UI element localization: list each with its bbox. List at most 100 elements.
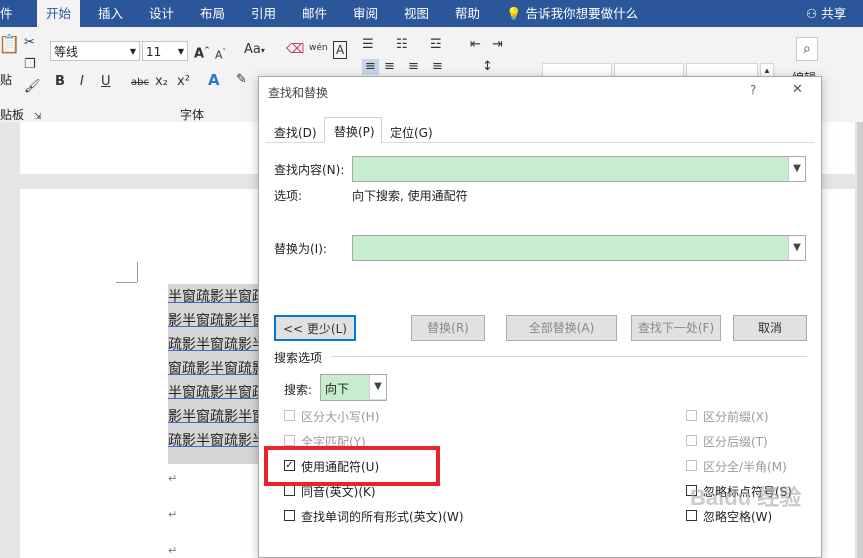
- find-next-button[interactable]: 查找下一处(F): [631, 315, 721, 341]
- tab-goto[interactable]: 定位(G): [390, 124, 433, 141]
- bold-button[interactable]: B: [55, 74, 65, 90]
- sounds-like-checkbox[interactable]: [284, 485, 295, 496]
- tab-replace[interactable]: 替换(P): [324, 117, 382, 143]
- subscript-button[interactable]: x₂: [155, 74, 168, 90]
- grow-font-icon[interactable]: A^: [194, 42, 210, 62]
- tab-file[interactable]: 件: [0, 0, 13, 27]
- superscript-button[interactable]: x²: [177, 74, 190, 90]
- help-button[interactable]: ?: [750, 83, 756, 97]
- copy-icon[interactable]: ❐: [24, 57, 36, 73]
- paste-icon[interactable]: 📋: [0, 36, 20, 54]
- width-sensitive-checkbox[interactable]: [686, 460, 697, 471]
- highlight-icon[interactable]: ✎: [236, 72, 247, 88]
- divider: [331, 356, 807, 357]
- match-suffix-checkbox[interactable]: [686, 435, 697, 446]
- search-direction-label: 搜索:: [284, 383, 313, 397]
- char-border-icon[interactable]: A: [333, 41, 348, 59]
- document-line[interactable]: 疏影半窗疏影半: [168, 334, 266, 356]
- replace-button[interactable]: 替换(R): [411, 315, 485, 341]
- strikethrough-button[interactable]: abc: [131, 75, 149, 91]
- tab-view[interactable]: 视图: [404, 0, 429, 27]
- find-input[interactable]: ▼: [352, 156, 806, 182]
- text-effects-icon[interactable]: A: [208, 72, 220, 88]
- document-line[interactable]: 半窗疏影半窗疏: [168, 286, 266, 308]
- highlight-callout: [264, 446, 440, 486]
- font-group-label: 字体: [180, 108, 205, 122]
- margin-corner-mark: [137, 262, 138, 282]
- change-case-icon[interactable]: Aa▾: [244, 42, 265, 59]
- paragraph-mark: ↵: [168, 508, 178, 521]
- replace-all-button[interactable]: 全部替换(A): [506, 315, 617, 341]
- width-sensitive-label: 区分全/半角(M): [703, 460, 787, 474]
- chevron-down-icon: ▼: [177, 47, 184, 56]
- watermark-logo: Baidu 经验: [690, 485, 802, 510]
- match-prefix-checkbox[interactable]: [686, 410, 697, 421]
- dialog-title: 查找和替换: [268, 86, 329, 100]
- align-left-icon[interactable]: ≡: [362, 59, 379, 75]
- document-line[interactable]: 疏影半窗疏影半: [168, 430, 266, 452]
- document-page-previous-right: [822, 122, 855, 174]
- options-value: 向下搜索, 使用通配符: [352, 189, 468, 203]
- tab-find[interactable]: 查找(D): [274, 124, 317, 141]
- font-name-select[interactable]: 等线 ▼: [50, 41, 140, 61]
- tab-insert[interactable]: 插入: [98, 0, 123, 27]
- phonetic-guide-icon[interactable]: wén: [309, 40, 328, 56]
- paragraph-mark: ↵: [168, 544, 178, 557]
- numbering-icon[interactable]: ☷: [396, 37, 408, 53]
- match-case-label: 区分大小写(H): [301, 410, 380, 424]
- document-page-right: [822, 189, 855, 558]
- share-button[interactable]: ⚇ 共享: [806, 0, 846, 27]
- replace-label: 替换为(I):: [274, 242, 327, 256]
- document-line[interactable]: 窗疏影半窗疏影: [168, 358, 266, 380]
- search-options-heading: 搜索选项: [274, 351, 323, 365]
- line-spacing-icon[interactable]: ↕: [482, 59, 493, 75]
- clipboard-group-label: 贴板: [0, 108, 25, 122]
- options-label: 选项:: [274, 189, 303, 203]
- find-label: 查找内容(N):: [274, 163, 345, 177]
- format-painter-icon[interactable]: 🖌: [24, 79, 41, 95]
- tab-design[interactable]: 设计: [149, 0, 174, 27]
- match-suffix-label: 区分后缀(T): [703, 435, 768, 449]
- search-icon[interactable]: ⌕: [796, 37, 818, 61]
- tab-review[interactable]: 审阅: [353, 0, 378, 27]
- justify-icon[interactable]: ≡: [432, 59, 443, 75]
- replace-input[interactable]: ▼: [352, 235, 806, 261]
- underline-button[interactable]: U: [101, 74, 111, 90]
- document-line[interactable]: 影半窗疏影半窗: [168, 310, 266, 332]
- margin-corner-mark: [116, 282, 137, 283]
- match-prefix-label: 区分前缀(X): [703, 410, 769, 424]
- tab-references[interactable]: 引用: [251, 0, 276, 27]
- document-line[interactable]: 影半窗疏影半窗: [168, 406, 266, 428]
- close-icon[interactable]: ✕: [792, 82, 803, 97]
- bullets-icon[interactable]: ☰: [362, 37, 374, 53]
- italic-button[interactable]: I: [80, 74, 84, 90]
- whole-word-checkbox[interactable]: [284, 435, 295, 446]
- paste-label[interactable]: 贴: [0, 71, 12, 88]
- document-line[interactable]: 半窗疏影半窗疏: [168, 382, 266, 404]
- align-right-icon[interactable]: ≡: [408, 59, 419, 75]
- multilevel-list-icon[interactable]: ☲: [430, 37, 442, 53]
- align-center-icon[interactable]: ≡: [384, 59, 395, 75]
- less-button[interactable]: << 更少(L): [274, 315, 356, 341]
- tab-layout[interactable]: 布局: [200, 0, 225, 27]
- document-page-previous: [20, 122, 258, 174]
- tab-mailings[interactable]: 邮件: [302, 0, 327, 27]
- shrink-font-icon[interactable]: A˅: [215, 44, 226, 64]
- chevron-down-icon[interactable]: ▼: [788, 236, 805, 260]
- match-case-checkbox[interactable]: [284, 410, 295, 421]
- increase-indent-icon[interactable]: ⇥: [492, 37, 503, 53]
- chevron-down-icon[interactable]: ▼: [788, 157, 805, 181]
- tab-home[interactable]: 开始: [37, 0, 81, 27]
- decrease-indent-icon[interactable]: ⇤: [470, 37, 481, 53]
- vertical-scrollbar[interactable]: [857, 122, 863, 558]
- search-direction-select[interactable]: 向下 ▼: [320, 374, 387, 401]
- all-word-forms-label: 查找单词的所有形式(英文)(W): [301, 510, 464, 524]
- all-word-forms-checkbox[interactable]: [284, 510, 295, 521]
- clear-format-icon[interactable]: ⌫: [286, 42, 304, 58]
- cancel-button[interactable]: 取消: [733, 315, 807, 341]
- cut-icon[interactable]: ✂: [24, 35, 35, 51]
- chevron-down-icon[interactable]: ▼: [369, 375, 386, 399]
- font-size-select[interactable]: 11 ▼: [142, 41, 188, 61]
- tab-help[interactable]: 帮助: [455, 0, 480, 27]
- tell-me-search[interactable]: 💡 告诉我你想要做什么: [506, 0, 638, 27]
